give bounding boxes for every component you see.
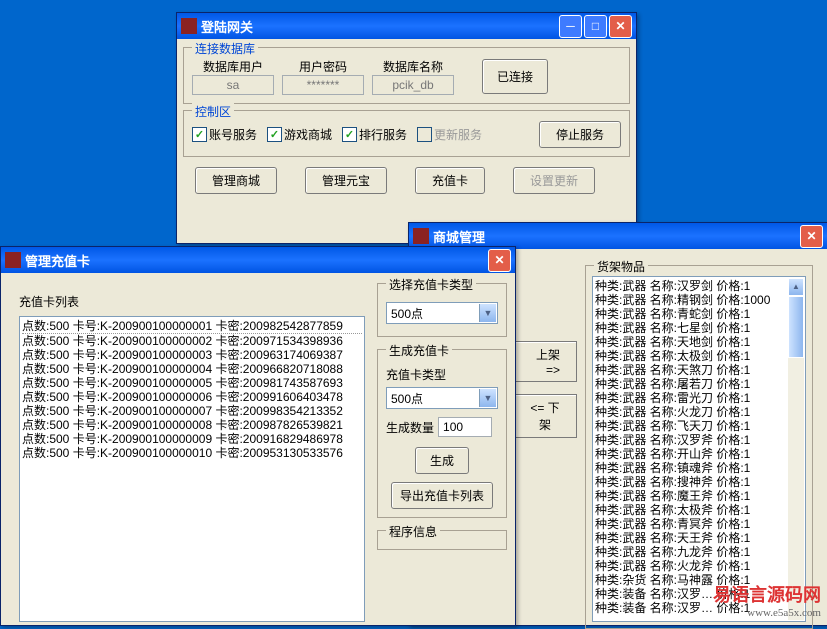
minimize-button[interactable]: ─ — [559, 15, 582, 38]
generate-button[interactable]: 生成 — [415, 447, 469, 474]
list-item[interactable]: 种类:武器 名称:汉罗剑 价格:1 — [595, 279, 803, 293]
gen-type-label: 充值卡类型 — [386, 366, 498, 383]
card-type-select[interactable]: 500点▼ — [386, 302, 498, 324]
stop-service-button[interactable]: 停止服务 — [539, 121, 621, 148]
control-group: 控制区 ✓账号服务 ✓游戏商城 ✓排行服务 ✓更新服务 停止服务 — [183, 110, 630, 157]
list-item[interactable]: 种类:武器 名称:火龙刀 价格:1 — [595, 405, 803, 419]
list-item[interactable]: 种类:武器 名称:七星剑 价格:1 — [595, 321, 803, 335]
manage-gold-button[interactable]: 管理元宝 — [305, 167, 387, 194]
gen-card-group: 生成充值卡 充值卡类型 500点▼ 生成数量 生成 导出充值卡列表 — [377, 349, 507, 518]
close-button[interactable]: ✕ — [800, 225, 823, 248]
db-name-label: 数据库名称 — [383, 58, 443, 75]
shelf-up-button[interactable]: 上架 => — [513, 341, 577, 382]
card-type-title: 选择充值卡类型 — [386, 276, 476, 293]
list-item[interactable]: 点数:500 卡号:K-200900100000010 卡密:200953130… — [22, 446, 362, 460]
mall-title: 商城管理 — [433, 227, 485, 246]
list-item[interactable]: 种类:武器 名称:青蛇剑 价格:1 — [595, 307, 803, 321]
cb-update[interactable]: ✓更新服务 — [417, 126, 482, 143]
app-icon — [5, 252, 21, 268]
list-item[interactable]: 种类:武器 名称:青冥斧 价格:1 — [595, 517, 803, 531]
watermark: 易语言源码网 www.e5a5x.com — [713, 581, 821, 619]
shelf-items-group: 货架物品 种类:武器 名称:汉罗剑 价格:1种类:武器 名称:精钢剑 价格:10… — [585, 265, 813, 629]
card-titlebar: 管理充值卡 ✕ — [1, 247, 515, 273]
gen-type-select[interactable]: 500点▼ — [386, 387, 498, 409]
manage-mall-button[interactable]: 管理商城 — [195, 167, 277, 194]
list-item[interactable]: 种类:武器 名称:雷光刀 价格:1 — [595, 391, 803, 405]
list-item[interactable]: 种类:武器 名称:天王斧 价格:1 — [595, 531, 803, 545]
card-list-title: 充值卡列表 — [19, 295, 79, 309]
export-button[interactable]: 导出充值卡列表 — [391, 482, 493, 509]
connected-button[interactable]: 已连接 — [482, 59, 548, 94]
scrollbar[interactable]: ▲ — [788, 278, 804, 620]
gen-count-input[interactable] — [438, 417, 492, 437]
card-window: 管理充值卡 ✕ 充值卡列表 点数:500 卡号:K-20090010000000… — [0, 246, 516, 626]
list-item[interactable]: 点数:500 卡号:K-200900100000008 卡密:200987826… — [22, 418, 362, 432]
list-item[interactable]: 种类:武器 名称:魔王斧 价格:1 — [595, 489, 803, 503]
list-item[interactable]: 点数:500 卡号:K-200900100000009 卡密:200916829… — [22, 432, 362, 446]
shelf-down-button[interactable]: <= 下架 — [513, 394, 577, 438]
db-user-label: 数据库用户 — [203, 58, 263, 75]
list-item[interactable]: 种类:武器 名称:天地剑 价格:1 — [595, 335, 803, 349]
db-group-title: 连接数据库 — [192, 40, 258, 57]
list-item[interactable]: 点数:500 卡号:K-200900100000007 卡密:200998354… — [22, 404, 362, 418]
db-pwd-label: 用户密码 — [299, 58, 347, 75]
db-name-input[interactable] — [372, 75, 454, 95]
scroll-up-button[interactable]: ▲ — [788, 278, 804, 296]
gateway-window: 登陆网关 ─ □ ✕ 连接数据库 数据库用户 用户密码 数据库名称 已连接 控制… — [176, 12, 637, 244]
close-button[interactable]: ✕ — [609, 15, 632, 38]
list-item[interactable]: 点数:500 卡号:K-200900100000005 卡密:200981743… — [22, 376, 362, 390]
list-item[interactable]: 种类:武器 名称:火龙斧 价格:1 — [595, 559, 803, 573]
card-button[interactable]: 充值卡 — [415, 167, 485, 194]
list-item[interactable]: 点数:500 卡号:K-200900100000006 卡密:200991606… — [22, 390, 362, 404]
gateway-title: 登陆网关 — [201, 17, 253, 36]
card-type-group: 选择充值卡类型 500点▼ — [377, 283, 507, 337]
cb-rank[interactable]: ✓排行服务 — [342, 126, 407, 143]
list-item[interactable]: 种类:武器 名称:开山斧 价格:1 — [595, 447, 803, 461]
list-item[interactable]: 种类:武器 名称:屠若刀 价格:1 — [595, 377, 803, 391]
gen-card-title: 生成充值卡 — [386, 342, 452, 359]
db-user-input[interactable] — [192, 75, 274, 95]
maximize-button[interactable]: □ — [584, 15, 607, 38]
list-item[interactable]: 点数:500 卡号:K-200900100000001 卡密:200982542… — [22, 319, 362, 334]
shelf-items-list[interactable]: 种类:武器 名称:汉罗剑 价格:1种类:武器 名称:精钢剑 价格:1000种类:… — [592, 276, 806, 622]
list-item[interactable]: 种类:武器 名称:太极剑 价格:1 — [595, 349, 803, 363]
gen-count-label: 生成数量 — [386, 419, 434, 436]
list-item[interactable]: 种类:武器 名称:汉罗斧 价格:1 — [595, 433, 803, 447]
card-list[interactable]: 点数:500 卡号:K-200900100000001 卡密:200982542… — [19, 316, 365, 622]
list-item[interactable]: 种类:武器 名称:飞天刀 价格:1 — [595, 419, 803, 433]
list-item[interactable]: 种类:武器 名称:太极斧 价格:1 — [595, 503, 803, 517]
close-button[interactable]: ✕ — [488, 249, 511, 272]
scroll-thumb[interactable] — [788, 296, 804, 358]
shelf-items-title: 货架物品 — [594, 258, 648, 275]
list-item[interactable]: 点数:500 卡号:K-200900100000002 卡密:200971534… — [22, 334, 362, 348]
list-item[interactable]: 点数:500 卡号:K-200900100000004 卡密:200966820… — [22, 362, 362, 376]
list-item[interactable]: 种类:武器 名称:九龙斧 价格:1 — [595, 545, 803, 559]
control-group-title: 控制区 — [192, 103, 234, 120]
app-icon — [413, 228, 429, 244]
set-update-button[interactable]: 设置更新 — [513, 167, 595, 194]
gateway-titlebar: 登陆网关 ─ □ ✕ — [177, 13, 636, 39]
chevron-down-icon: ▼ — [479, 304, 496, 322]
info-title: 程序信息 — [386, 523, 440, 540]
list-item[interactable]: 点数:500 卡号:K-200900100000003 卡密:200963174… — [22, 348, 362, 362]
card-title: 管理充值卡 — [25, 251, 90, 270]
app-icon — [181, 18, 197, 34]
list-item[interactable]: 种类:武器 名称:镇魂斧 价格:1 — [595, 461, 803, 475]
db-group: 连接数据库 数据库用户 用户密码 数据库名称 已连接 — [183, 47, 630, 104]
info-group: 程序信息 — [377, 530, 507, 550]
list-item[interactable]: 种类:武器 名称:搜神斧 价格:1 — [595, 475, 803, 489]
chevron-down-icon: ▼ — [479, 389, 496, 407]
card-list-group: 充值卡列表 点数:500 卡号:K-200900100000001 卡密:200… — [11, 283, 373, 621]
list-item[interactable]: 种类:武器 名称:精钢剑 价格:1000 — [595, 293, 803, 307]
cb-mall[interactable]: ✓游戏商城 — [267, 126, 332, 143]
db-pwd-input[interactable] — [282, 75, 364, 95]
cb-account[interactable]: ✓账号服务 — [192, 126, 257, 143]
list-item[interactable]: 种类:武器 名称:天煞刀 价格:1 — [595, 363, 803, 377]
